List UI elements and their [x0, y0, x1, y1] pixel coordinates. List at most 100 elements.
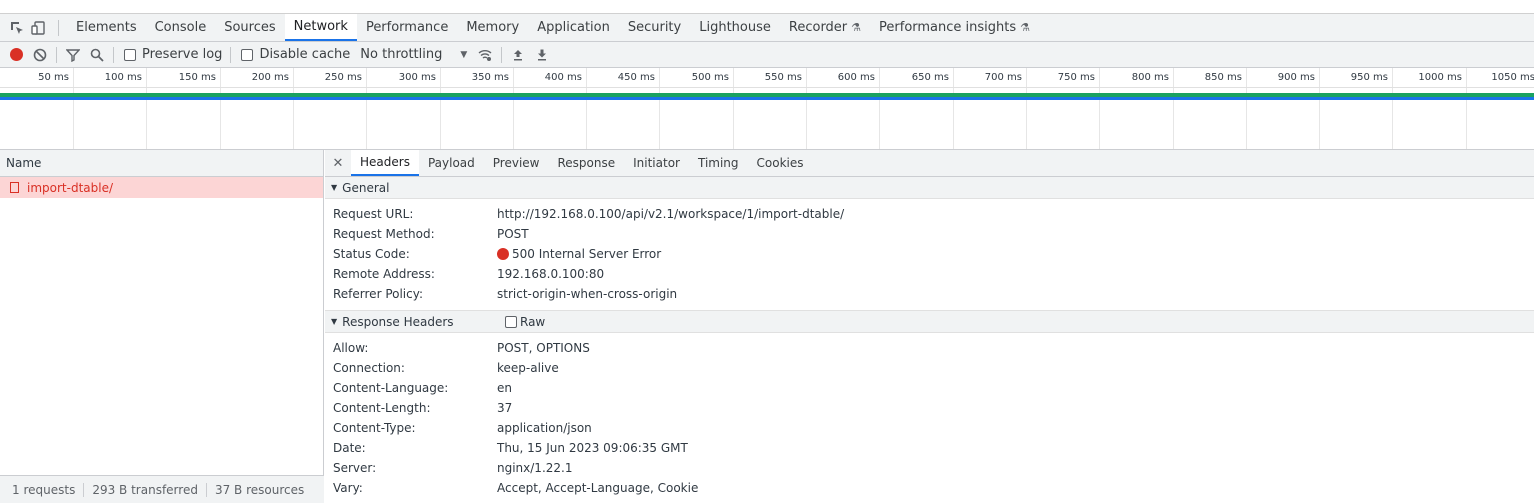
tab-performance[interactable]: Performance [357, 14, 457, 41]
record-icon [9, 48, 23, 61]
timeline-tick-label: 700 ms [984, 72, 1022, 83]
header-key: Referrer Policy: [333, 287, 423, 301]
request-row[interactable]: import-dtable/ [0, 177, 323, 198]
header-row: Content-Language: en [325, 378, 1534, 398]
header-key: Content-Length: [333, 401, 431, 415]
header-row: Remote Address: 192.168.0.100:80 [325, 264, 1534, 284]
name-column-header[interactable]: Name [0, 150, 323, 177]
timeline-tick-label: 950 ms [1350, 72, 1388, 83]
general-section: ▼ General Request URL: http://192.168.0.1… [325, 177, 1534, 311]
preserve-log-checkbox[interactable]: Preserve log [124, 47, 222, 62]
header-key: Server: [333, 461, 377, 475]
tab-lighthouse[interactable]: Lighthouse [690, 14, 780, 41]
export-har-button[interactable] [530, 43, 554, 67]
header-key: Request URL: [333, 207, 414, 221]
header-value: keep-alive [497, 361, 559, 375]
tab-recorder[interactable]: Recorder ⚗ [780, 14, 870, 41]
timeline-tick-label: 450 ms [617, 72, 655, 83]
general-section-header[interactable]: ▼ General [325, 177, 1534, 199]
transferred-size: 293 B transferred [84, 482, 207, 497]
tab-response[interactable]: Response [548, 150, 624, 176]
header-value: strict-origin-when-cross-origin [497, 287, 678, 301]
checkbox-box[interactable] [505, 315, 517, 328]
tab-performance-insights[interactable]: Performance insights ⚗ [870, 14, 1039, 41]
filter-button[interactable] [61, 43, 85, 67]
timeline-tick-label: 650 ms [911, 72, 949, 83]
throttling-select[interactable]: No throttling ▼ [360, 47, 467, 62]
toolbar-divider [58, 20, 59, 36]
toolbar-divider [230, 46, 232, 63]
network-toolbar: Preserve log Disable cache No throttling… [0, 42, 1534, 68]
tab-cookies[interactable]: Cookies [748, 150, 813, 176]
checkbox-box[interactable] [124, 48, 136, 61]
toolbar-divider [56, 46, 57, 63]
tab-security[interactable]: Security [619, 14, 690, 41]
clear-icon [33, 48, 47, 61]
throttling-value: No throttling [360, 47, 443, 62]
tab-elements[interactable]: Elements [67, 14, 146, 41]
caret-down-icon: ▼ [331, 183, 338, 192]
response-header-rows: Allow: POST, OPTIONS Connection: keep-alive… [325, 333, 1534, 498]
details-tabs: Headers Payload Preview Response Initiator Ti… [351, 150, 813, 176]
header-value: 500 Internal Server Error [497, 247, 661, 261]
status-error-icon [497, 248, 509, 260]
tab-initiator[interactable]: Initiator [624, 150, 689, 176]
search-button[interactable] [85, 43, 109, 67]
header-key: Date: [333, 441, 366, 455]
raw-checkbox[interactable]: Raw [505, 315, 545, 329]
disable-cache-checkbox[interactable]: Disable cache [241, 47, 350, 62]
import-har-button[interactable] [506, 43, 530, 67]
header-value: 37 [497, 401, 513, 415]
tab-timing[interactable]: Timing [689, 150, 748, 176]
header-key: Content-Language: [333, 381, 449, 395]
document-icon [10, 182, 19, 193]
clear-button[interactable] [28, 43, 52, 67]
header-value: Thu, 15 Jun 2023 09:06:35 GMT [497, 441, 688, 455]
timeline-tick-label: 50 ms [38, 72, 69, 83]
tab-network[interactable]: Network [284, 14, 357, 41]
inspect-element-icon[interactable] [6, 14, 28, 42]
timeline-tick-label: 250 ms [324, 72, 362, 83]
record-button[interactable] [4, 43, 28, 67]
timeline-tick-label: 750 ms [1057, 72, 1095, 83]
header-key: Connection: [333, 361, 405, 375]
top-strip [0, 0, 1534, 14]
timeline-overview[interactable]: 50 ms 100 ms 150 ms 200 ms 250 ms 300 ms 350 m… [0, 68, 1534, 150]
header-value: POST [497, 227, 529, 241]
tab-payload[interactable]: Payload [419, 150, 484, 176]
tab-headers[interactable]: Headers [351, 150, 419, 176]
network-conditions-button[interactable] [473, 43, 497, 67]
header-value: Accept, Accept-Language, Cookie [497, 481, 699, 495]
experiment-flask-icon: ⚗ [851, 21, 862, 34]
response-headers-section: ▼ Response Headers Raw Allow: POST, OPTIO… [325, 311, 1534, 498]
wifi-settings-icon [478, 49, 492, 61]
header-key: Vary: [333, 481, 363, 495]
tab-memory[interactable]: Memory [457, 14, 528, 41]
header-row: Connection: keep-alive [325, 358, 1534, 378]
header-row: Content-Length: 37 [325, 398, 1534, 418]
header-row: Status Code: 500 Internal Server Error [325, 244, 1534, 264]
tab-console[interactable]: Console [146, 14, 216, 41]
header-row: Date: Thu, 15 Jun 2023 09:06:35 GMT [325, 438, 1534, 458]
close-icon[interactable]: ✕ [325, 150, 351, 176]
devtools-tabbar: Elements Console Sources Network Performance… [0, 14, 1534, 42]
preserve-log-label: Preserve log [142, 47, 223, 62]
timeline-tick-label: 1050 ms [1491, 72, 1534, 83]
device-toolbar-icon[interactable] [28, 14, 50, 42]
toolbar-divider [113, 46, 114, 63]
header-row: Content-Type: application/json [325, 418, 1534, 438]
checkbox-box[interactable] [241, 48, 254, 61]
request-list: Name import-dtable/ 1 requests 293 B tra… [0, 150, 324, 503]
response-headers-header[interactable]: ▼ Response Headers Raw [325, 311, 1534, 333]
tab-application[interactable]: Application [528, 14, 619, 41]
tab-preview[interactable]: Preview [484, 150, 549, 176]
header-value: http://192.168.0.100/api/v2.1/workspace/… [497, 207, 845, 221]
header-value: POST, OPTIONS [497, 341, 590, 355]
timeline-tick-label: 500 ms [691, 72, 729, 83]
tab-sources[interactable]: Sources [215, 14, 284, 41]
request-name: import-dtable/ [27, 180, 114, 195]
upload-icon [514, 49, 523, 60]
toolbar-divider [501, 46, 503, 63]
header-value: 192.168.0.100:80 [497, 267, 605, 281]
header-key: Request Method: [333, 227, 435, 241]
